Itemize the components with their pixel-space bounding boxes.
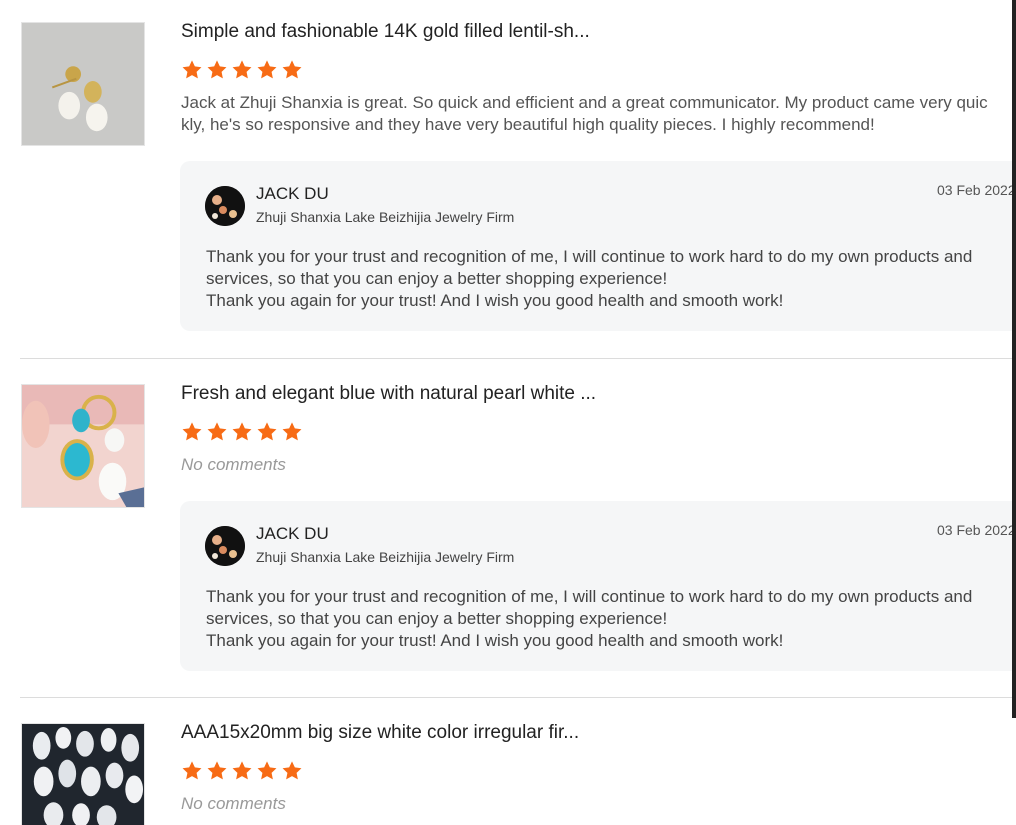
seller-name: JACK DU	[256, 524, 329, 543]
star-icon	[207, 60, 227, 79]
review-comment: Jack at Zhuji Shanxia is great. So quick…	[181, 93, 988, 134]
seller-shop-name: Zhuji Shanxia Lake Beizhijia Jewelry Fir…	[256, 549, 515, 565]
divider	[20, 697, 1016, 698]
seller-avatar	[205, 186, 245, 226]
star-icon	[232, 60, 252, 79]
product-title[interactable]: Simple and fashionable 14K gold filled l…	[181, 20, 590, 44]
product-thumbnail[interactable]	[21, 723, 145, 825]
star-icon	[282, 422, 302, 441]
star-icon	[182, 422, 202, 441]
review-comment: No comments	[181, 455, 286, 474]
product-title[interactable]: AAA15x20mm big size white color irregula…	[181, 721, 579, 745]
star-icon	[182, 761, 202, 780]
reply-line: Thank you again for your trust! And I wi…	[206, 291, 784, 310]
seller-name: JACK DU	[256, 184, 329, 203]
reply-line: Thank you for your trust and recognition…	[206, 247, 973, 288]
star-icon	[232, 422, 252, 441]
star-icon	[182, 60, 202, 79]
reply-text: Thank you for your trust and recognition…	[206, 586, 996, 652]
reply-line: Thank you again for your trust! And I wi…	[206, 631, 784, 650]
product-title[interactable]: Fresh and elegant blue with natural pear…	[181, 382, 596, 406]
product-thumbnail[interactable]	[21, 22, 145, 146]
star-icon	[282, 761, 302, 780]
star-rating	[181, 421, 303, 443]
scrollbar[interactable]	[1012, 0, 1016, 718]
reply-date: 03 Feb 2022	[937, 522, 1016, 538]
product-thumbnail[interactable]	[21, 384, 145, 508]
star-icon	[257, 761, 277, 780]
reply-text: Thank you for your trust and recognition…	[206, 246, 996, 312]
star-icon	[257, 60, 277, 79]
star-rating	[181, 760, 303, 782]
review-comment: No comments	[181, 794, 286, 813]
seller-reply: JACK DU Zhuji Shanxia Lake Beizhijia Jew…	[180, 161, 1016, 331]
star-icon	[207, 422, 227, 441]
star-rating	[181, 59, 303, 81]
reply-line: Thank you for your trust and recognition…	[206, 587, 973, 628]
star-icon	[232, 761, 252, 780]
reply-date: 03 Feb 2022	[937, 182, 1016, 198]
seller-shop-name: Zhuji Shanxia Lake Beizhijia Jewelry Fir…	[256, 209, 515, 225]
divider	[20, 358, 1016, 359]
star-icon	[257, 422, 277, 441]
seller-avatar	[205, 526, 245, 566]
star-icon	[282, 60, 302, 79]
seller-reply: JACK DU Zhuji Shanxia Lake Beizhijia Jew…	[180, 501, 1016, 671]
star-icon	[207, 761, 227, 780]
